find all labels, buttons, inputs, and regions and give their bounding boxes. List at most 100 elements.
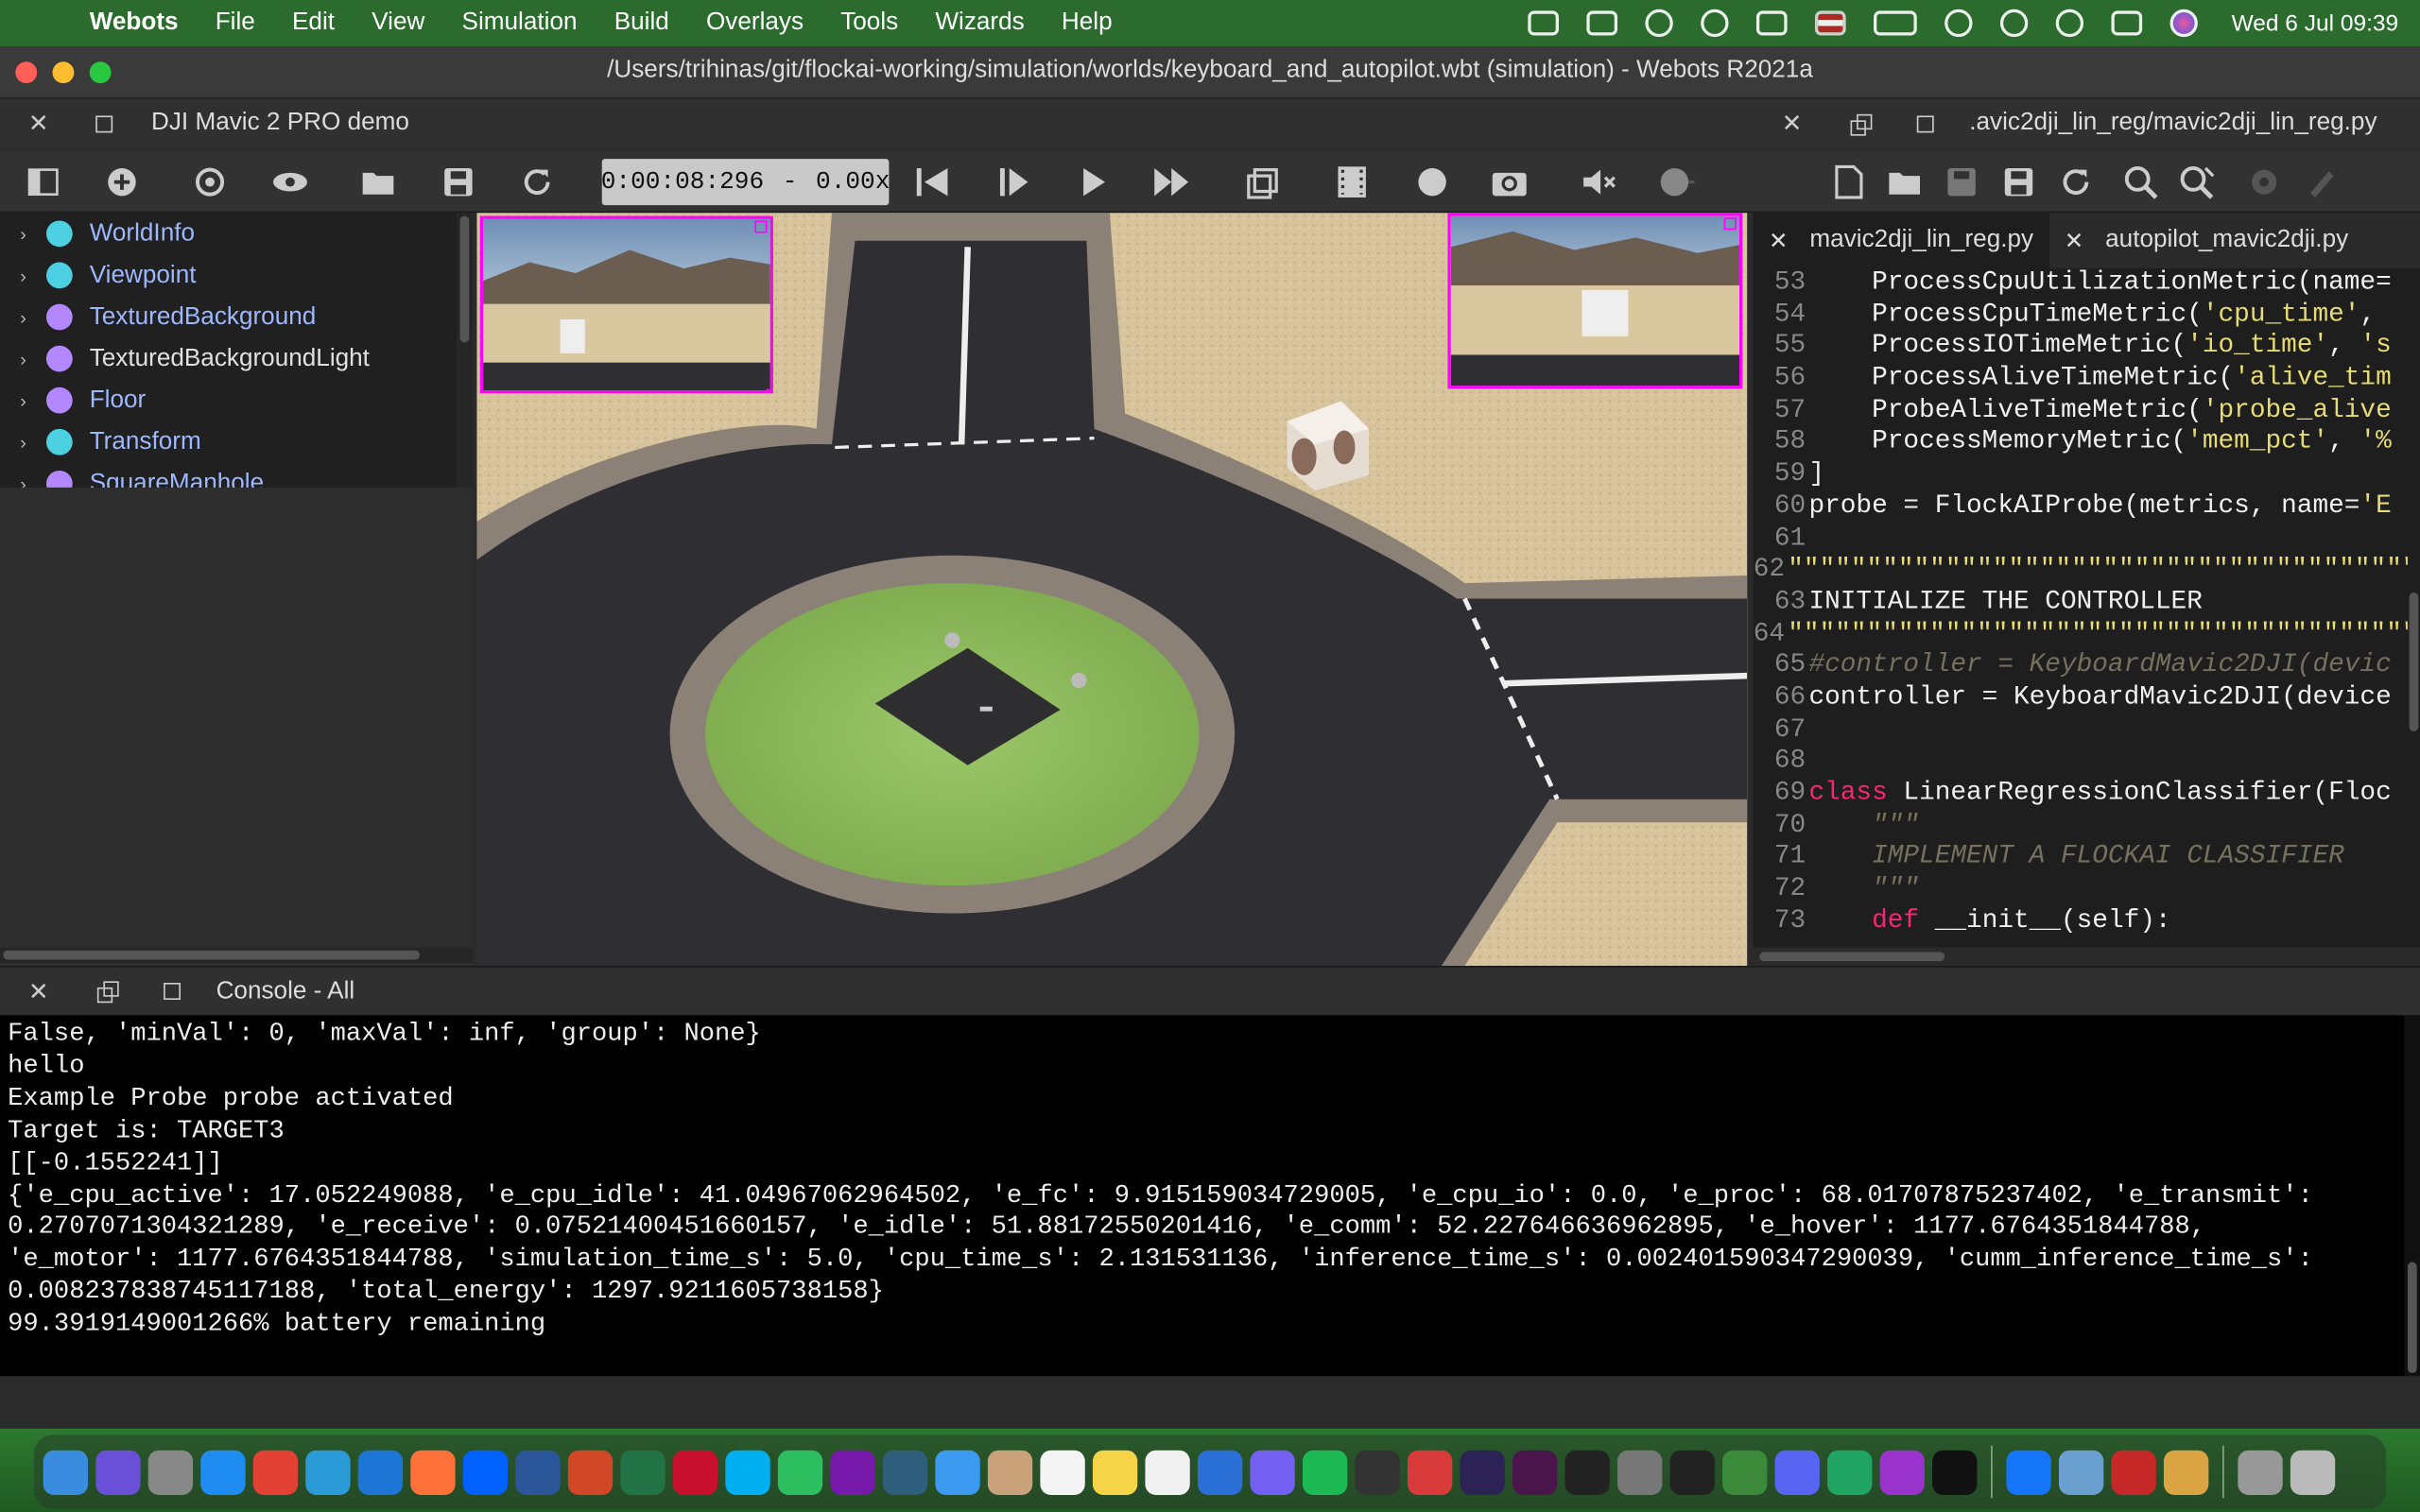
code-line[interactable]: 68: [1754, 747, 2408, 780]
tree-item-transform[interactable]: › Transform: [0, 421, 457, 463]
preview-icon[interactable]: [2058, 1449, 2104, 1495]
screens-icon[interactable]: [1355, 1449, 1400, 1495]
trash-icon[interactable]: [2290, 1449, 2336, 1495]
spotify-icon[interactable]: [1302, 1449, 1348, 1495]
menu-help[interactable]: Help: [1043, 9, 1131, 37]
parallels-icon[interactable]: [1407, 1449, 1453, 1495]
vpn-icon[interactable]: [1645, 9, 1673, 38]
expand-arrow-icon[interactable]: ›: [0, 431, 46, 453]
tree-item-worldinfo[interactable]: › WorldInfo: [0, 213, 457, 254]
float-panel-icon[interactable]: [1846, 110, 1874, 137]
open-world-icon[interactable]: [359, 163, 396, 200]
code-line[interactable]: 56 ProcessAliveTimeMetric('alive_tim: [1754, 364, 2408, 396]
code-line[interactable]: 66 controller = KeyboardMavic2DJI(device: [1754, 683, 2408, 715]
code-line[interactable]: 73 def __init__(self):: [1754, 907, 2408, 939]
maximize-editor-panel-icon[interactable]: [1910, 110, 1938, 137]
add-node-icon[interactable]: [103, 163, 140, 200]
help-icon[interactable]: [2238, 1449, 2283, 1495]
volume-icon[interactable]: [1657, 163, 1695, 200]
code-line[interactable]: 71 IMPLEMENT A FLOCKAI CLASSIFIER: [1754, 843, 2408, 875]
play-icon[interactable]: [1074, 163, 1111, 200]
app-store-icon[interactable]: [200, 1449, 246, 1495]
new-file-icon[interactable]: [1830, 163, 1867, 200]
app-menu[interactable]: Webots: [71, 9, 197, 37]
3d-view[interactable]: [476, 213, 1748, 967]
expand-arrow-icon[interactable]: ›: [0, 389, 46, 411]
open-file-icon[interactable]: [1886, 163, 1923, 200]
code-line[interactable]: 58 ProcessMemoryMetric('mem_pct', '%: [1754, 428, 2408, 460]
find-icon[interactable]: [2122, 163, 2159, 200]
control-center-icon[interactable]: [2111, 10, 2142, 36]
menu-file[interactable]: File: [197, 9, 273, 37]
code-line[interactable]: 67: [1754, 715, 2408, 747]
save-as-icon[interactable]: [2000, 163, 2037, 200]
step-icon[interactable]: [995, 163, 1032, 200]
menu-overlays[interactable]: Overlays: [687, 9, 821, 37]
close-editor-panel-icon[interactable]: ✕: [1778, 110, 1806, 138]
google-drive-icon[interactable]: [1827, 1449, 1873, 1495]
notes-icon[interactable]: [1092, 1449, 1138, 1495]
code-area[interactable]: 53 ProcessCpuUtilizationMetric(name= 54 P…: [1754, 268, 2408, 947]
siri-icon[interactable]: [95, 1449, 141, 1495]
menu-build[interactable]: Build: [596, 9, 687, 37]
user-icon[interactable]: [1999, 9, 2029, 38]
code-line[interactable]: 57 ProbeAliveTimeMetric('probe_alive: [1754, 396, 2408, 428]
us-flag-icon[interactable]: [1814, 10, 1846, 36]
close-tab-icon[interactable]: ✕: [2065, 227, 2084, 255]
bug-icon[interactable]: [2111, 1449, 2156, 1495]
onenote-icon[interactable]: [830, 1449, 875, 1495]
camera-overlay-left[interactable]: [479, 215, 773, 394]
powerpoint-icon[interactable]: [567, 1449, 614, 1495]
spotlight-search-icon[interactable]: [2055, 9, 2083, 38]
tree-item-texturedbackgroundlight[interactable]: › TexturedBackgroundLight: [0, 338, 457, 380]
code-line[interactable]: 70 """: [1754, 811, 2408, 843]
tree-item-viewpoint[interactable]: › Viewpoint: [0, 254, 457, 296]
record-icon[interactable]: [1414, 163, 1451, 200]
clean-icon[interactable]: [2303, 163, 2340, 200]
maximize-console-icon[interactable]: [158, 977, 185, 1005]
orbit-view-icon[interactable]: [191, 163, 228, 200]
overlay-close-icon[interactable]: [1723, 217, 1737, 231]
chrome-icon[interactable]: [252, 1449, 299, 1495]
archive-icon[interactable]: [2163, 1449, 2209, 1495]
expand-arrow-icon[interactable]: ›: [0, 348, 46, 369]
tree-horizontal-scrollbar[interactable]: [0, 947, 473, 963]
expand-arrow-icon[interactable]: ›: [0, 472, 46, 488]
launchpad-icon[interactable]: [147, 1449, 194, 1495]
float-console-icon[interactable]: [93, 977, 120, 1005]
expand-arrow-icon[interactable]: ›: [0, 265, 46, 286]
activity-monitor-icon[interactable]: [1669, 1449, 1715, 1495]
evernote-icon[interactable]: [777, 1449, 823, 1495]
eclipse-icon[interactable]: [1460, 1449, 1505, 1495]
code-line[interactable]: 62 """"""""""""""""""""""""""""""""""""""…: [1754, 556, 2408, 588]
screenshot-icon[interactable]: [1491, 163, 1528, 200]
slack-icon[interactable]: [1512, 1449, 1558, 1495]
close-tab-icon[interactable]: ✕: [1769, 227, 1789, 255]
tree-scrollbar[interactable]: [457, 213, 473, 488]
menu-tools[interactable]: Tools: [822, 9, 917, 37]
code-line[interactable]: 59]: [1754, 460, 2408, 492]
system-preferences-icon[interactable]: [1617, 1449, 1663, 1495]
console-scrollbar[interactable]: [2404, 1015, 2420, 1377]
expand-arrow-icon[interactable]: ›: [0, 223, 46, 245]
code-line[interactable]: 54 ProcessCpuTimeMetric('cpu_time',: [1754, 301, 2408, 333]
skype-icon[interactable]: [725, 1449, 770, 1495]
podcasts-icon[interactable]: [1879, 1449, 1925, 1495]
code-line[interactable]: 64 """"""""""""""""""""""""""""""""""""""…: [1754, 620, 2408, 652]
siri-icon[interactable]: [2169, 9, 2198, 38]
code-line[interactable]: 72 """: [1754, 875, 2408, 907]
movie-icon[interactable]: [1334, 163, 1371, 200]
whatsapp-web-icon[interactable]: [305, 1449, 351, 1495]
console-output[interactable]: False, 'minVal': 0, 'maxVal': inf, 'grou…: [0, 1015, 2405, 1377]
reminders-icon[interactable]: [1145, 1449, 1190, 1495]
reload-world-icon[interactable]: [519, 163, 556, 200]
close-panel-icon[interactable]: ✕: [25, 110, 52, 138]
tree-item-texturedbackground[interactable]: › TexturedBackground: [0, 296, 457, 337]
build-icon[interactable]: [2246, 163, 2283, 200]
finder-icon[interactable]: [43, 1449, 89, 1495]
calendar-icon[interactable]: [1040, 1449, 1085, 1495]
word-icon[interactable]: [515, 1449, 561, 1495]
reset-simulation-icon[interactable]: [914, 163, 951, 200]
mendeley-icon[interactable]: [672, 1449, 718, 1495]
code-line[interactable]: 63 INITIALIZE THE CONTROLLER: [1754, 588, 2408, 620]
